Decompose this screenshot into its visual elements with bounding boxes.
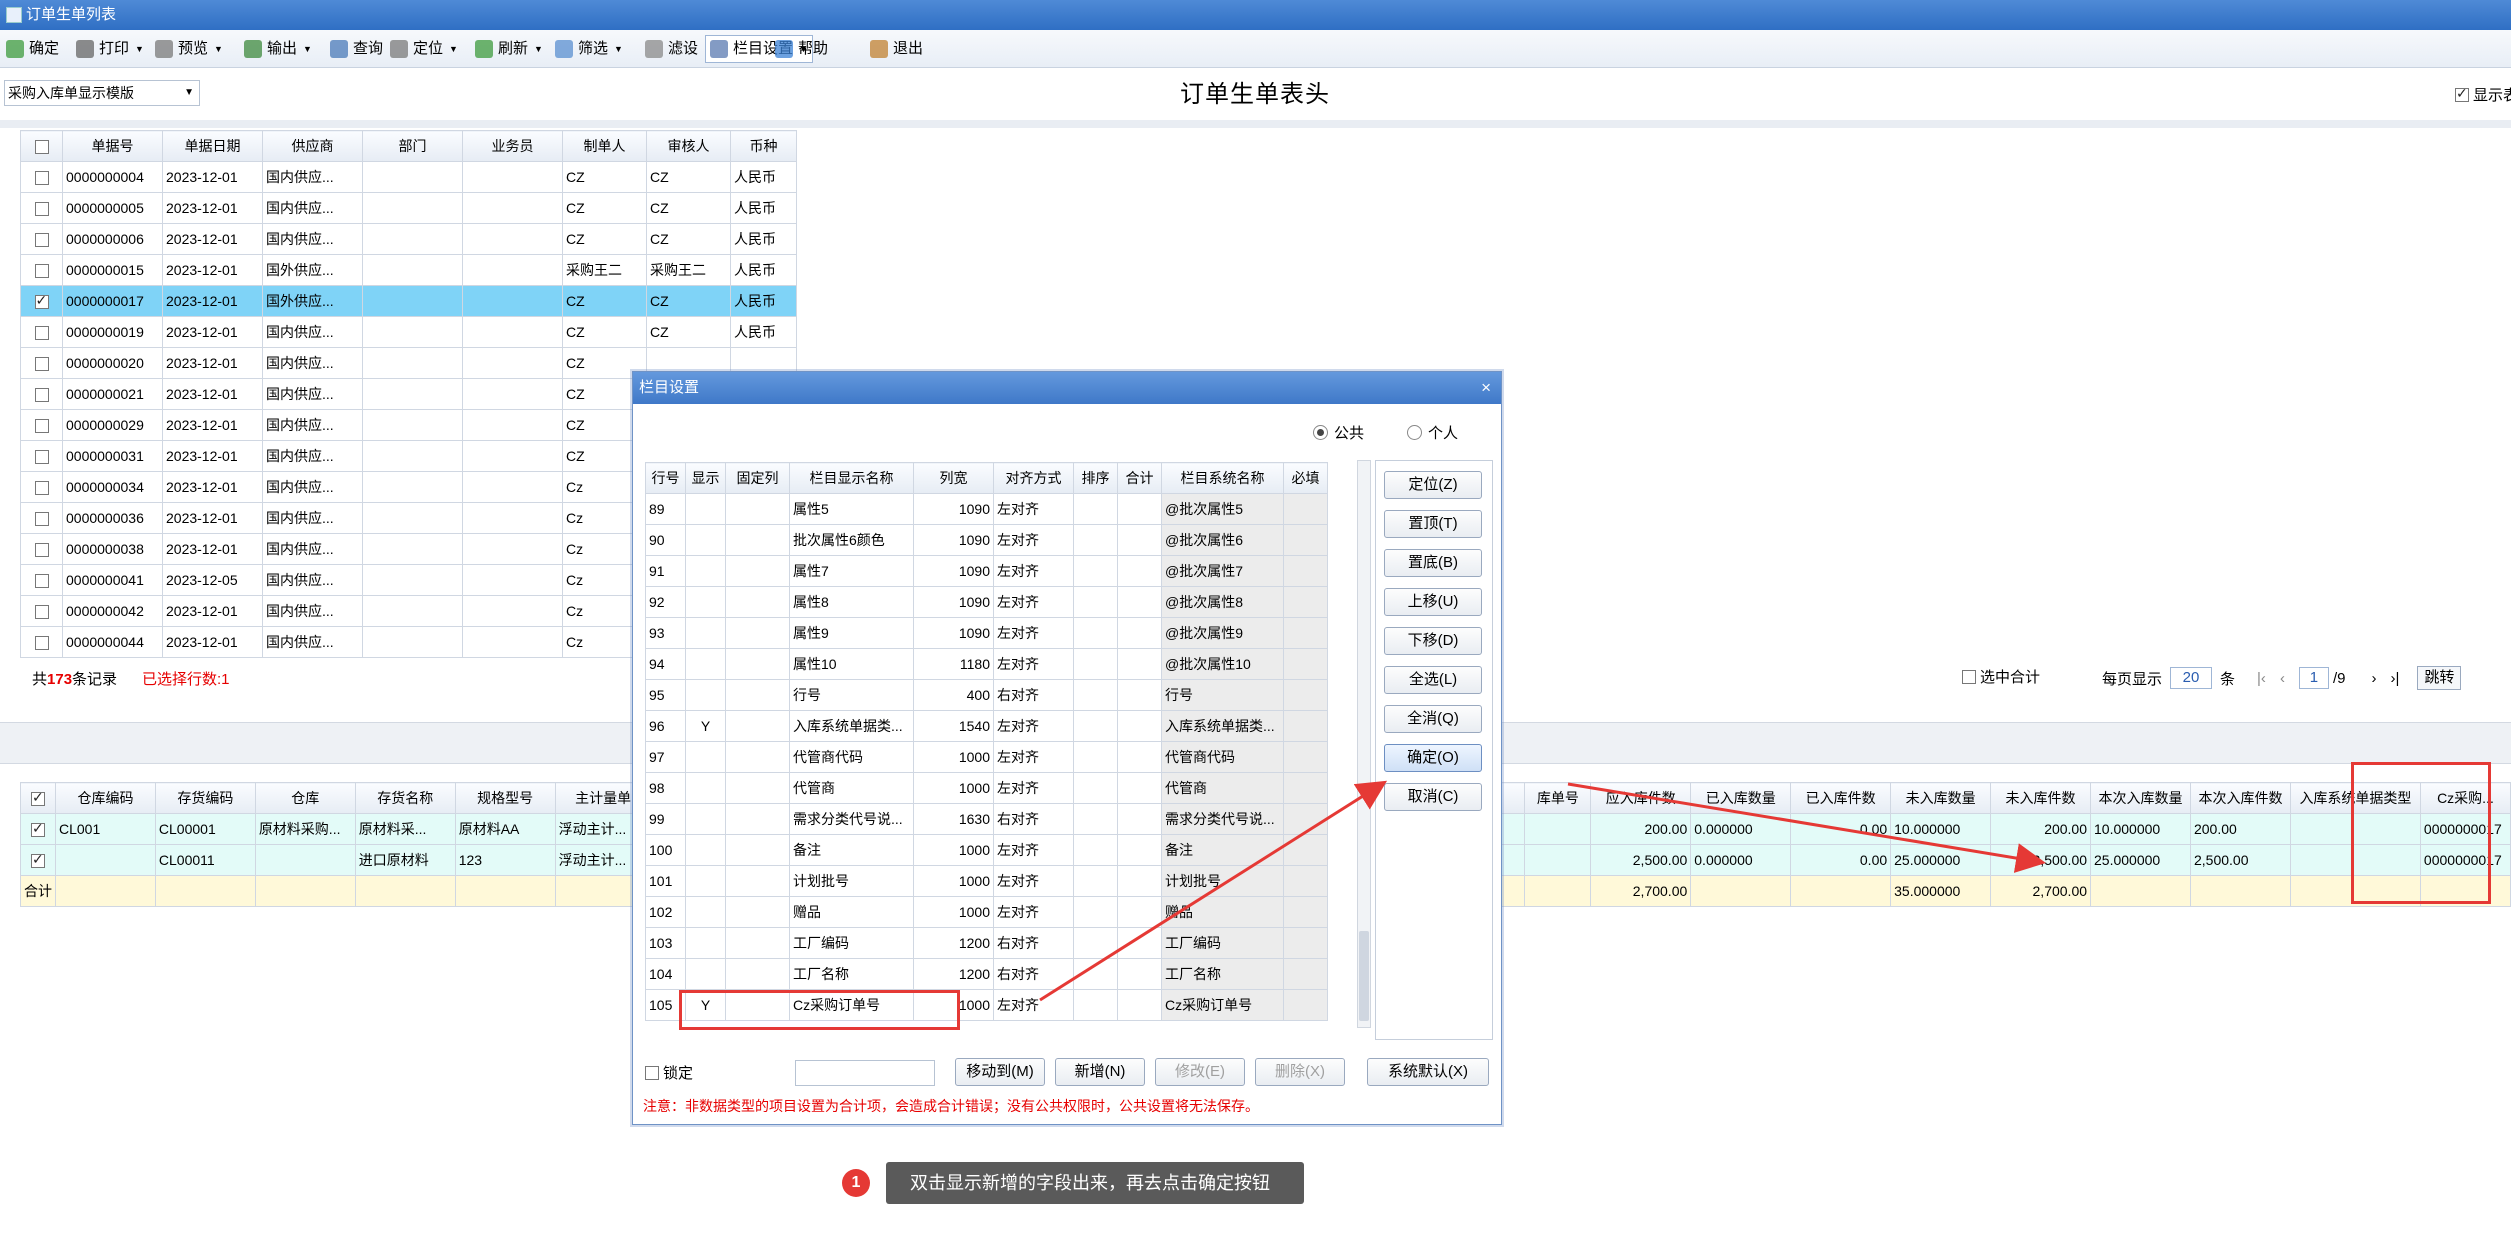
- arrow-to-column: [1567, 782, 2046, 873]
- instruction-tip: 双击显示新增的字段出来，再去点击确定按钮: [886, 1162, 1304, 1204]
- step-badge: 1: [842, 1169, 870, 1197]
- arrow-to-confirm: [1039, 780, 1388, 1002]
- annotation-arrows: [1039, 780, 2046, 1002]
